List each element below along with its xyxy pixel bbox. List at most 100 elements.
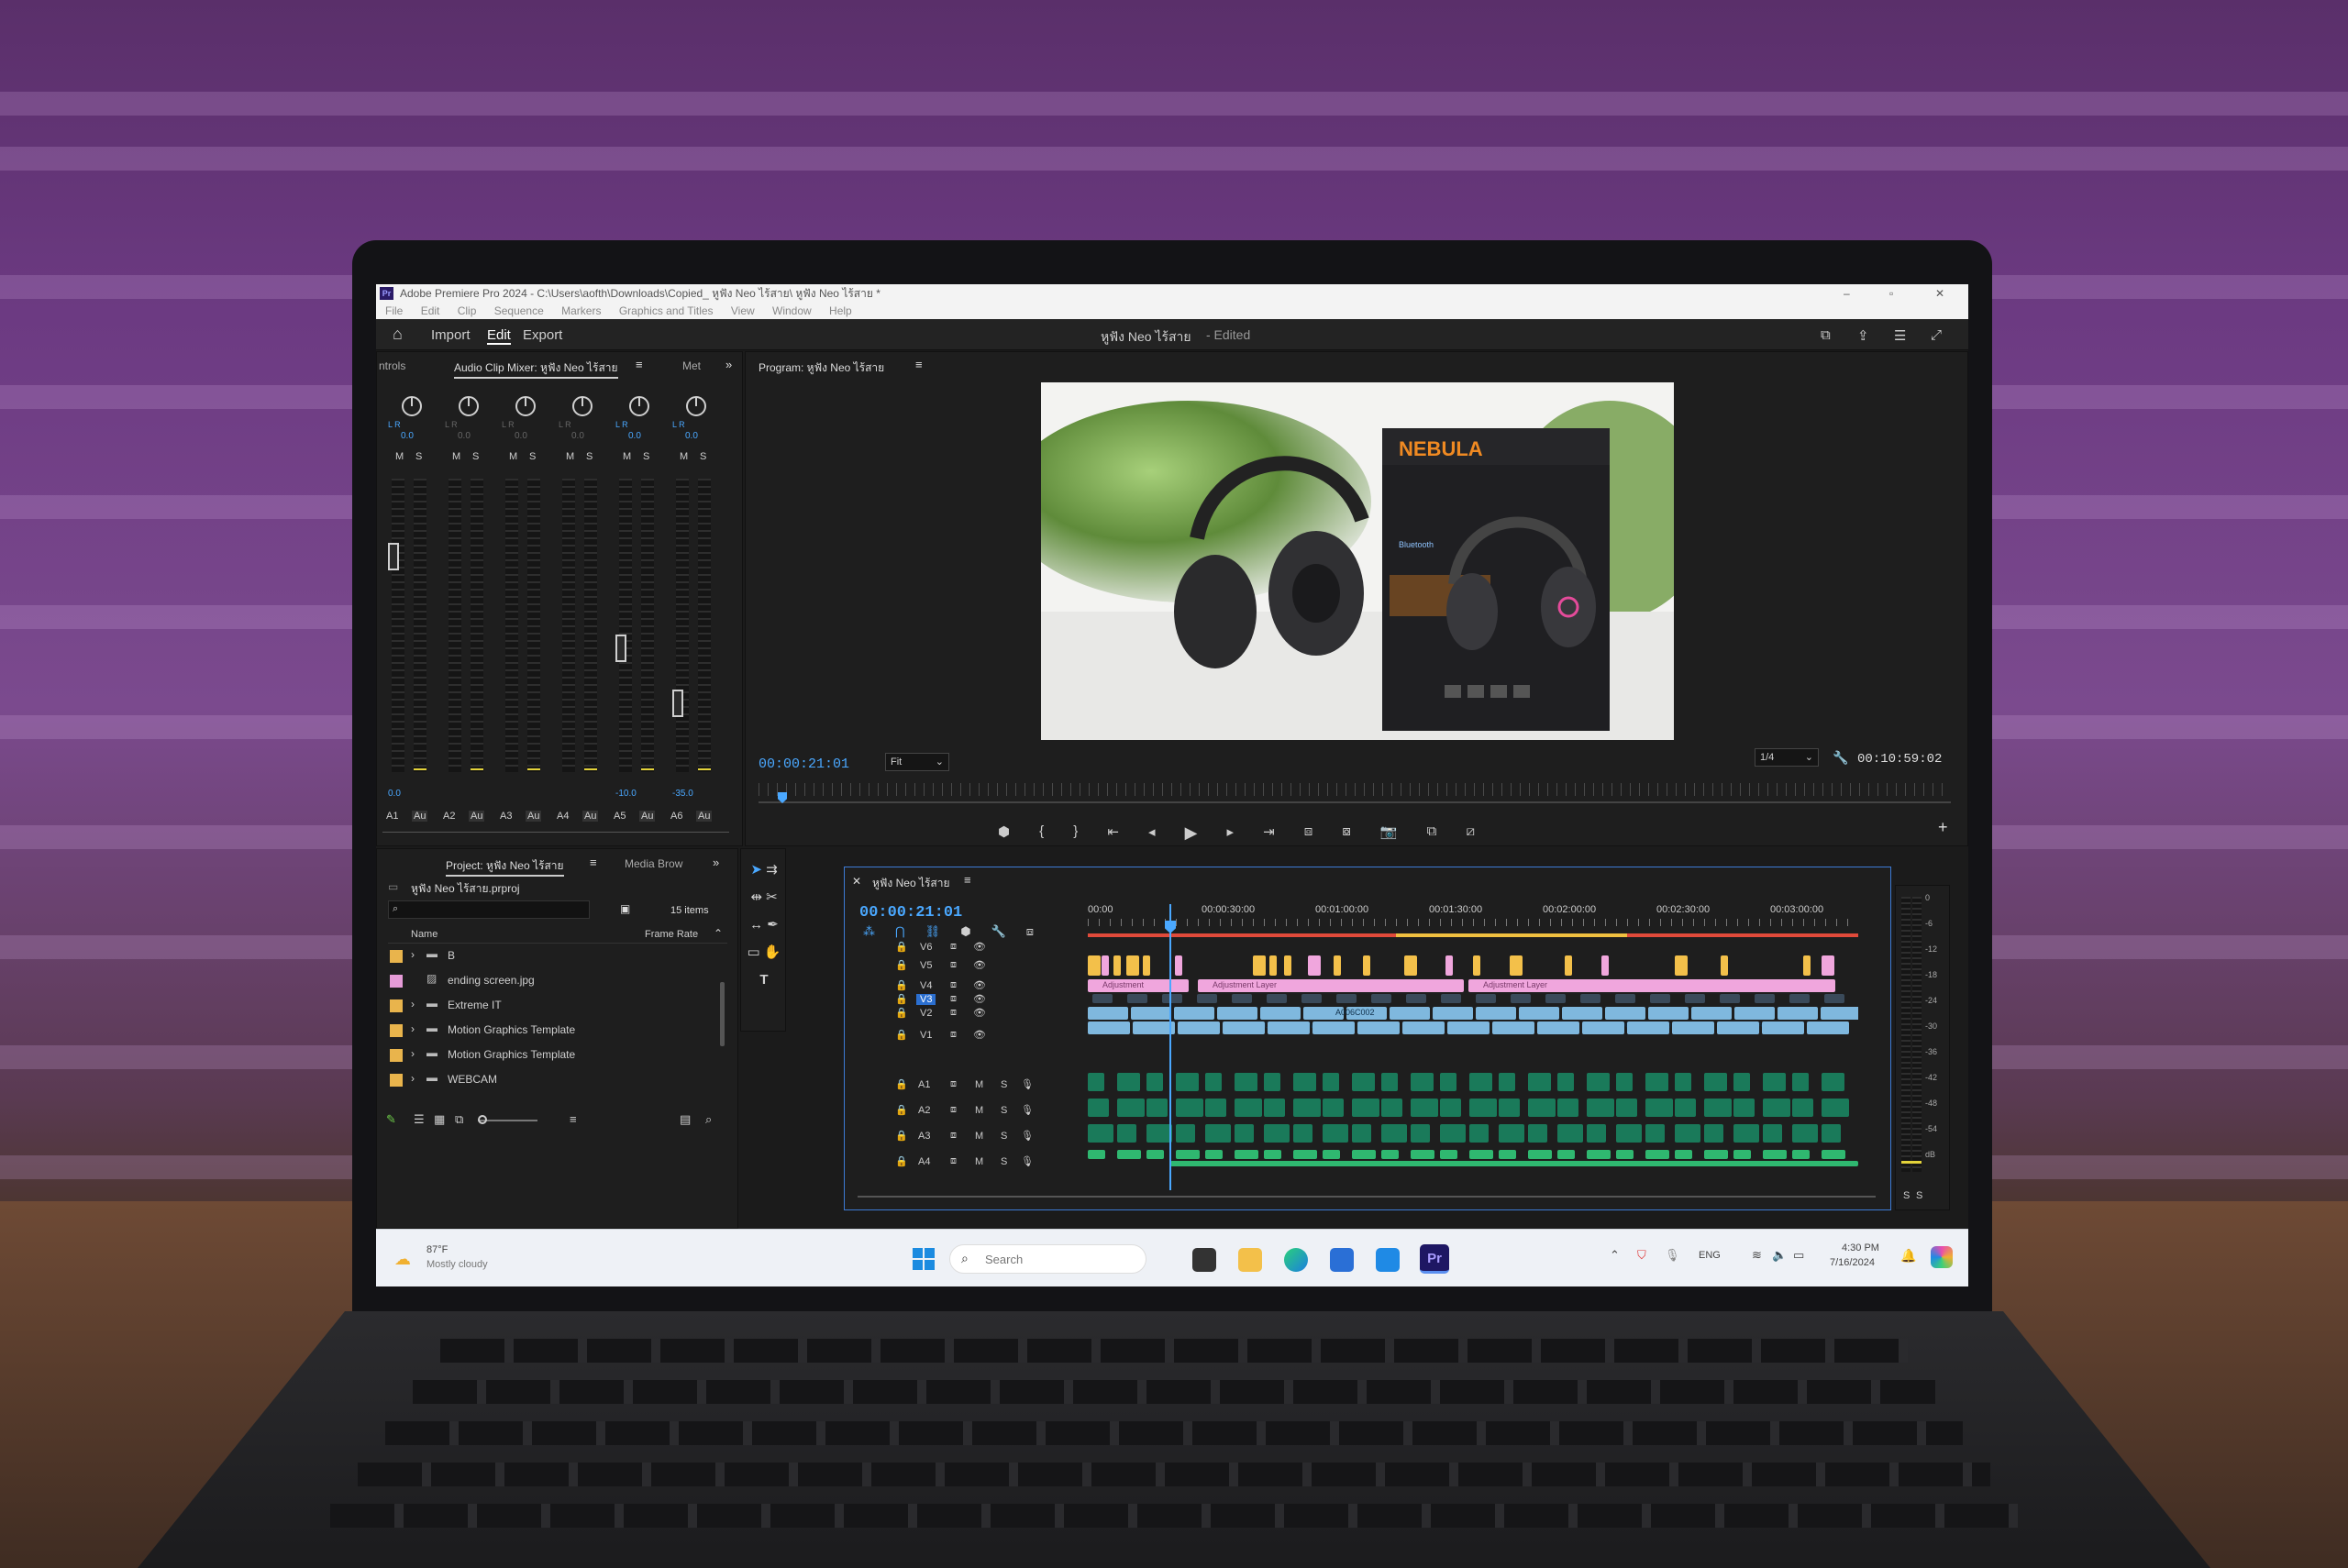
track-name[interactable]: A3	[918, 1131, 930, 1142]
audio-clip[interactable]	[1411, 1099, 1438, 1117]
go-to-out-icon[interactable]: ⇥	[1263, 823, 1275, 844]
video-clip[interactable]	[1312, 1021, 1355, 1034]
solo-button[interactable]: S	[586, 451, 593, 462]
find-icon[interactable]: ⌕	[705, 1112, 712, 1127]
project-scrollbar[interactable]	[720, 982, 725, 1046]
video-clip[interactable]	[1519, 1007, 1559, 1020]
audio-clip[interactable]	[1822, 1099, 1849, 1117]
play-icon[interactable]: ▶	[1185, 823, 1198, 844]
audio-clip[interactable]	[1675, 1150, 1692, 1159]
eye-icon[interactable]: 👁	[973, 993, 986, 1005]
audio-clip[interactable]	[1499, 1150, 1516, 1159]
volume-fader[interactable]	[615, 635, 626, 662]
aux-dropdown[interactable]: Au	[696, 811, 713, 822]
step-back-icon[interactable]: ◂	[1148, 823, 1156, 844]
expand-chevron-icon[interactable]: ›	[411, 1022, 415, 1035]
outlook-icon[interactable]	[1376, 1248, 1400, 1272]
sync-lock-icon[interactable]: ⧈	[950, 959, 957, 971]
volume-value[interactable]: -10.0	[615, 789, 637, 799]
audio-clip[interactable]	[1293, 1073, 1316, 1091]
video-clip[interactable]	[1511, 994, 1531, 1003]
audio-clip[interactable]	[1792, 1150, 1810, 1159]
menu-icon[interactable]: ☰	[1894, 327, 1906, 344]
weather-icon[interactable]: ☁	[394, 1250, 411, 1269]
graphics-clip[interactable]	[1721, 955, 1728, 976]
video-clip[interactable]	[1580, 994, 1600, 1003]
aux-dropdown[interactable]: Au	[412, 811, 428, 822]
track-select-tool-icon[interactable]: ⇉	[766, 862, 778, 878]
audio-clip[interactable]	[1381, 1150, 1399, 1159]
pan-knob-icon[interactable]	[572, 396, 593, 416]
video-clip[interactable]	[1755, 994, 1775, 1003]
pencil-icon[interactable]: ✎	[386, 1112, 396, 1127]
aux-dropdown[interactable]: Au	[582, 811, 599, 822]
audio-clip[interactable]	[1235, 1150, 1258, 1159]
sync-lock-icon[interactable]: ⧈	[950, 1029, 957, 1041]
eye-icon[interactable]: 👁	[973, 979, 986, 991]
audio-clip[interactable]	[1528, 1073, 1551, 1091]
lock-icon[interactable]: 🔒	[895, 1155, 908, 1167]
tab-project[interactable]: Project: หูฟัง Neo ไร้สาย	[446, 857, 564, 877]
audio-clip[interactable]	[1264, 1073, 1280, 1091]
project-list-item[interactable]: › ▬ B	[388, 945, 718, 967]
track-name[interactable]: V2	[916, 1008, 936, 1019]
tab-sequence[interactable]: หูฟัง Neo ไร้สาย	[872, 875, 950, 892]
video-clip[interactable]	[1648, 1007, 1689, 1020]
track-name[interactable]: V5	[916, 960, 936, 971]
file-explorer-icon[interactable]	[1238, 1248, 1262, 1272]
audio-clip[interactable]	[1792, 1124, 1818, 1143]
menu-help[interactable]: Help	[829, 304, 852, 317]
extract-icon[interactable]: ⧇	[1342, 823, 1351, 844]
audio-clip[interactable]	[1822, 1150, 1845, 1159]
video-clip[interactable]	[1357, 1021, 1400, 1034]
expand-chevron-icon[interactable]: ›	[411, 998, 415, 1010]
mixer-scrollbar[interactable]	[382, 832, 729, 833]
adjustment-layer-clip[interactable]: Adjustment Layer	[1198, 979, 1464, 992]
button-editor-icon[interactable]: +	[1938, 818, 1948, 837]
clock-time[interactable]: 4:30 PM	[1842, 1242, 1879, 1253]
label-color-swatch[interactable]	[390, 1049, 403, 1062]
close-icon[interactable]: ✕	[1935, 284, 1944, 303]
weather-desc[interactable]: Mostly cloudy	[426, 1259, 488, 1270]
audio-clip[interactable]	[1763, 1150, 1787, 1159]
video-clip[interactable]	[1402, 1021, 1445, 1034]
weather-temp[interactable]: 87°F	[426, 1244, 448, 1255]
track-mute-button[interactable]: M	[975, 1079, 983, 1090]
graphics-clip[interactable]	[1675, 955, 1688, 976]
minimize-icon[interactable]: –	[1844, 284, 1850, 303]
wrench-icon[interactable]: 🔧	[1833, 750, 1848, 766]
audio-clip[interactable]	[1469, 1073, 1492, 1091]
audio-clip[interactable]	[1557, 1073, 1574, 1091]
project-search-input[interactable]: ⌕	[388, 900, 590, 919]
audio-clip[interactable]	[1645, 1124, 1665, 1143]
sync-lock-icon[interactable]: ⧈	[950, 1155, 957, 1167]
mute-button[interactable]: M	[566, 451, 574, 462]
graphics-clip[interactable]	[1803, 955, 1811, 976]
graphics-clip[interactable]	[1565, 955, 1572, 976]
sync-lock-icon[interactable]: ⧈	[950, 1130, 957, 1142]
audio-clip[interactable]	[1528, 1124, 1547, 1143]
graphics-clip[interactable]	[1363, 955, 1370, 976]
label-color-swatch[interactable]	[390, 1024, 403, 1037]
audio-clip[interactable]	[1440, 1124, 1466, 1143]
video-clip[interactable]	[1582, 1021, 1624, 1034]
video-clip[interactable]	[1476, 994, 1496, 1003]
program-ruler[interactable]	[759, 783, 1951, 796]
audio-clip[interactable]	[1733, 1150, 1751, 1159]
more-panels-icon[interactable]: »	[725, 358, 732, 371]
video-clip[interactable]	[1232, 994, 1252, 1003]
music-clip[interactable]	[1170, 1161, 1858, 1166]
pan-knob-icon[interactable]	[686, 396, 706, 416]
sequence-menu-icon[interactable]: ≡	[964, 873, 971, 887]
audio-clip[interactable]	[1323, 1150, 1340, 1159]
tab-export[interactable]: Export	[523, 327, 562, 343]
track-name[interactable]: V4	[916, 980, 936, 991]
audio-clip[interactable]	[1704, 1150, 1728, 1159]
sync-lock-icon[interactable]: ⧈	[950, 1007, 957, 1019]
video-clip[interactable]	[1336, 994, 1357, 1003]
solo-button[interactable]: S	[529, 451, 536, 462]
meter-solo-right[interactable]: S	[1916, 1190, 1922, 1201]
pan-value[interactable]: 0.0	[401, 431, 414, 441]
mute-button[interactable]: M	[452, 451, 460, 462]
rectangle-tool-icon[interactable]: ▭	[747, 944, 759, 960]
